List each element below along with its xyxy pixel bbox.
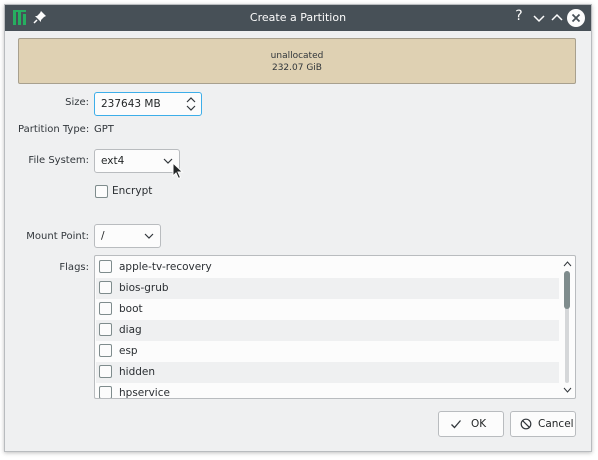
partition-preview-bar: unallocated 232.07 GiB: [18, 38, 576, 84]
flag-label: hidden: [119, 366, 156, 378]
flag-checkbox[interactable]: [99, 344, 112, 357]
scroll-up-icon[interactable]: [563, 261, 572, 267]
flag-checkbox[interactable]: [99, 260, 112, 273]
cancel-label: Cancel: [538, 418, 574, 430]
flag-row-esp[interactable]: esp: [96, 341, 559, 362]
flags-list[interactable]: apple-tv-recovery bios-grub boot diag es…: [94, 255, 576, 399]
ok-label: OK: [471, 418, 487, 430]
mount-point-value: /: [101, 230, 105, 242]
cancel-icon: [520, 418, 532, 430]
flag-row-boot[interactable]: boot: [96, 299, 559, 320]
encrypt-checkbox[interactable]: [95, 185, 108, 198]
encrypt-label: Encrypt: [112, 185, 153, 197]
window-title: Create a Partition: [249, 11, 347, 24]
spin-arrows-icon[interactable]: [185, 96, 197, 112]
flag-row-hidden[interactable]: hidden: [96, 362, 559, 383]
file-system-dropdown[interactable]: ext4: [94, 149, 180, 173]
close-button[interactable]: [567, 9, 585, 27]
file-system-value: ext4: [101, 155, 125, 167]
size-spinbox[interactable]: 237643 MB: [94, 92, 202, 116]
flag-label: apple-tv-recovery: [119, 261, 212, 273]
flags-label: Flags:: [59, 262, 89, 273]
flag-label: boot: [119, 303, 143, 315]
chevron-down-icon: [144, 233, 154, 239]
partition-size: 232.07 GiB: [271, 63, 322, 73]
mouse-cursor-icon: [172, 162, 184, 180]
flag-checkbox[interactable]: [99, 323, 112, 336]
flag-checkbox[interactable]: [99, 302, 112, 315]
flag-checkbox[interactable]: [99, 386, 112, 398]
file-system-label: File System:: [28, 155, 89, 166]
partition-type-label: Partition Type:: [18, 124, 90, 135]
chevron-down-icon[interactable]: [530, 9, 548, 27]
flag-row-apple-tv-recovery[interactable]: apple-tv-recovery: [96, 257, 559, 278]
flag-row-bios-grub[interactable]: bios-grub: [96, 278, 559, 299]
scroll-down-icon[interactable]: [563, 387, 572, 393]
flag-label: esp: [119, 345, 138, 357]
scrollbar-thumb[interactable]: [564, 271, 570, 309]
flag-checkbox[interactable]: [99, 365, 112, 378]
flag-label: hpservice: [119, 387, 170, 399]
flag-checkbox[interactable]: [99, 281, 112, 294]
close-icon: [571, 13, 581, 23]
create-partition-dialog: Create a Partition ? unallocated 232.07 …: [4, 4, 592, 452]
partition-type-value: GPT: [94, 124, 114, 135]
help-button[interactable]: ?: [510, 8, 528, 26]
cancel-button[interactable]: Cancel: [510, 411, 576, 437]
flag-row-diag[interactable]: diag: [96, 320, 559, 341]
chevron-up-icon[interactable]: [548, 9, 566, 27]
flag-label: diag: [119, 324, 142, 336]
partition-name: unallocated: [270, 51, 324, 61]
ok-button[interactable]: OK: [438, 411, 504, 437]
flag-row-hpservice[interactable]: hpservice: [96, 383, 559, 399]
title-bar[interactable]: Create a Partition ?: [5, 5, 591, 31]
size-value: 237643 MB: [101, 98, 161, 110]
checkmark-icon: [451, 420, 461, 429]
flags-scrollbar[interactable]: [560, 257, 574, 397]
flag-label: bios-grub: [119, 282, 169, 294]
mount-point-label: Mount Point:: [26, 231, 89, 242]
size-label: Size:: [65, 97, 89, 108]
mount-point-combobox[interactable]: /: [94, 224, 161, 248]
